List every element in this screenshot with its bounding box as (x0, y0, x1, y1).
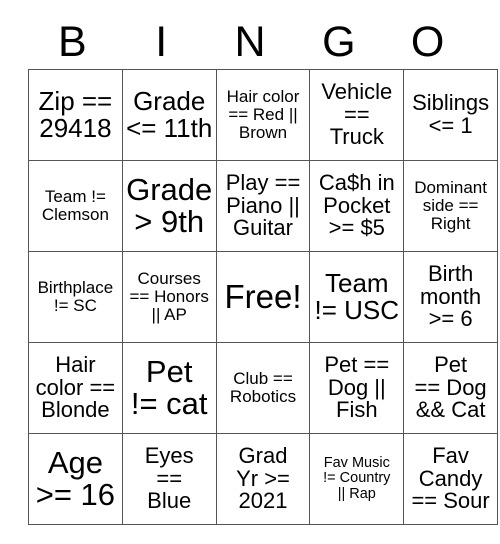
bingo-cell-label: Hair color == Red || Brown (226, 87, 300, 142)
bingo-cell-label: Pet != cat (130, 353, 208, 421)
bingo-cell-label: Play == Piano || Guitar (225, 169, 301, 241)
bingo-cell[interactable]: Pet == Dog && Cat (403, 342, 498, 434)
bingo-cell[interactable]: Grade > 9th (121, 160, 217, 252)
bingo-cell[interactable]: Pet == Dog || Fish (309, 342, 405, 434)
bingo-cell[interactable]: Play == Piano || Guitar (215, 160, 311, 252)
bingo-cell-label: Fav Music != Country || Rap (323, 455, 391, 502)
bingo-cell-label: Dominant side == Right (414, 178, 487, 233)
header-letter-i: I (155, 17, 168, 66)
bingo-cell-label: Pet == Dog && Cat (414, 351, 487, 423)
bingo-cell[interactable]: Age >= 16 (28, 433, 123, 525)
bingo-cell-label: Hair color == Blonde (35, 351, 116, 423)
bingo-cell[interactable]: Courses == Honors || AP (121, 251, 217, 343)
bingo-cell-label: Ca$h in Pocket >= $5 (318, 169, 395, 241)
bingo-grid: Zip == 29418 Grade <= 11th Hair color ==… (28, 69, 498, 525)
bingo-cell[interactable]: Eyes == Blue (121, 433, 217, 525)
bingo-row: Hair color == Blonde Pet != cat Club == … (28, 342, 498, 434)
bingo-cell-label: Eyes == Blue (144, 442, 194, 514)
bingo-cell[interactable]: Team != Clemson (28, 160, 123, 252)
header-letter-b: B (58, 17, 87, 66)
bingo-cell-label: Age >= 16 (35, 444, 116, 512)
bingo-cell-label: Pet == Dog || Fish (324, 351, 390, 423)
bingo-cell-free[interactable]: Free! (215, 251, 311, 343)
bingo-cell-label: Vehicle == Truck (321, 78, 393, 150)
bingo-cell[interactable]: Zip == 29418 (28, 69, 123, 161)
bingo-cell-label: Zip == 29418 (38, 85, 113, 143)
bingo-cell-label: Birth month >= 6 (420, 260, 482, 332)
bingo-cell[interactable]: Birthplace != SC (28, 251, 123, 343)
bingo-cell-label: Team != Clemson (41, 187, 109, 224)
bingo-cell[interactable]: Hair color == Blonde (28, 342, 123, 434)
bingo-cell[interactable]: Birth month >= 6 (403, 251, 498, 343)
header-letter-o: O (410, 17, 445, 66)
bingo-cell-label: Grade > 9th (126, 171, 213, 239)
bingo-row: Zip == 29418 Grade <= 11th Hair color ==… (28, 69, 498, 161)
header-letter-g: G (322, 17, 356, 66)
bingo-cell-label: Club == Robotics (229, 369, 297, 406)
bingo-row: Birthplace != SC Courses == Honors || AP… (28, 251, 498, 343)
bingo-cell-label: Grad Yr >= 2021 (236, 442, 290, 514)
bingo-cell[interactable]: Siblings <= 1 (403, 69, 498, 161)
bingo-row: Team != Clemson Grade > 9th Play == Pian… (28, 160, 498, 252)
bingo-cell[interactable]: Grade <= 11th (121, 69, 217, 161)
bingo-cell-label: Courses == Honors || AP (129, 269, 209, 324)
bingo-cell[interactable]: Club == Robotics (215, 342, 311, 434)
bingo-cell[interactable]: Fav Candy == Sour (403, 433, 498, 525)
bingo-cell-label: Birthplace != SC (37, 278, 114, 315)
bingo-cell[interactable]: Pet != cat (121, 342, 217, 434)
bingo-cell-label: Team != USC (314, 267, 400, 325)
bingo-cell[interactable]: Dominant side == Right (403, 160, 498, 252)
bingo-card: B I N G O Zip == 29418 Grade <= 11th Hai… (28, 14, 498, 525)
bingo-cell[interactable]: Vehicle == Truck (309, 69, 405, 161)
free-space-label: Free! (224, 277, 302, 315)
bingo-cell[interactable]: Fav Music != Country || Rap (309, 433, 405, 525)
bingo-cell[interactable]: Ca$h in Pocket >= $5 (309, 160, 405, 252)
bingo-row: Age >= 16 Eyes == Blue Grad Yr >= 2021 F… (28, 433, 498, 525)
bingo-cell-label: Siblings <= 1 (412, 90, 490, 138)
bingo-cell-label: Fav Candy == Sour (411, 442, 490, 514)
bingo-cell[interactable]: Grad Yr >= 2021 (215, 433, 311, 525)
bingo-cell[interactable]: Hair color == Red || Brown (215, 69, 311, 161)
header-letter-n: N (234, 17, 266, 66)
bingo-header: B I N G O (28, 14, 472, 69)
bingo-cell-label: Grade <= 11th (126, 85, 213, 143)
bingo-cell[interactable]: Team != USC (309, 251, 405, 343)
